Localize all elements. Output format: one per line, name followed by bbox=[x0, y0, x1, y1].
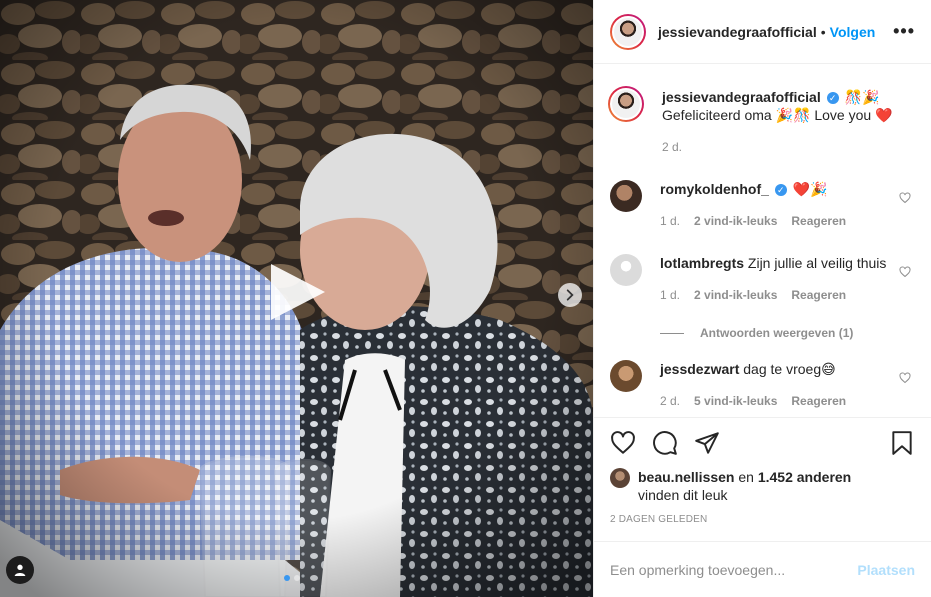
likes-text: beau.nellissen en 1.452 anderen vinden d… bbox=[638, 468, 851, 504]
comment-meta: 1 d. 2 vind-ik-leuks Reageren bbox=[660, 286, 915, 304]
verified-badge-icon: ✓ bbox=[774, 184, 787, 196]
comment-likes[interactable]: 5 vind-ik-leuks bbox=[694, 392, 777, 410]
action-bar bbox=[610, 418, 915, 468]
add-comment-bar: Plaatsen bbox=[594, 541, 931, 597]
comment-time[interactable]: 1 d. bbox=[660, 212, 680, 230]
comment-likes[interactable]: 2 vind-ik-leuks bbox=[694, 212, 777, 230]
post-comment-button[interactable]: Plaatsen bbox=[857, 562, 915, 578]
carousel-indicator bbox=[284, 575, 300, 581]
carousel-dot bbox=[284, 575, 290, 581]
comment-time[interactable]: 2 d. bbox=[660, 392, 680, 410]
post-media[interactable] bbox=[0, 0, 593, 597]
more-options-icon[interactable]: ••• bbox=[893, 21, 915, 42]
commenter-avatar[interactable] bbox=[610, 254, 642, 286]
comment-username[interactable]: jessdezwart bbox=[660, 361, 739, 377]
separator-dot: • bbox=[820, 23, 826, 40]
caption-avatar[interactable] bbox=[608, 86, 644, 122]
view-replies-button[interactable]: Antwoorden weergeven (1) bbox=[660, 326, 915, 340]
post-side-panel: jessievandegraafofficial • Volgen ••• je… bbox=[593, 0, 931, 597]
post-header: jessievandegraafofficial • Volgen ••• bbox=[594, 0, 931, 64]
caption: jessievandegraafofficial ✓ 🎊🎉 Gefelicite… bbox=[608, 64, 915, 156]
comment-text: Zijn jullie al veilig thuis bbox=[747, 255, 887, 271]
comment-body: lotlambregts Zijn jullie al veilig thuis… bbox=[660, 254, 915, 304]
caption-time[interactable]: 2 d. bbox=[662, 138, 682, 156]
view-replies-label: Antwoorden weergeven (1) bbox=[700, 326, 854, 340]
comment-meta: 2 d. 5 vind-ik-leuks Reageren bbox=[660, 392, 915, 410]
liker-avatar[interactable] bbox=[610, 468, 630, 488]
caption-meta: 2 d. bbox=[662, 138, 915, 156]
author-username[interactable]: jessievandegraafofficial bbox=[658, 24, 817, 40]
likes-suffix: vinden dit leuk bbox=[638, 487, 728, 503]
carousel-dot bbox=[294, 575, 300, 581]
follow-button[interactable]: Volgen bbox=[830, 24, 876, 40]
comment-meta: 1 d. 2 vind-ik-leuks Reageren bbox=[660, 212, 915, 230]
heart-icon[interactable] bbox=[610, 430, 636, 456]
comment-like-icon[interactable] bbox=[899, 266, 911, 278]
comment-likes[interactable]: 2 vind-ik-leuks bbox=[694, 286, 777, 304]
reply-button[interactable]: Reageren bbox=[791, 392, 846, 410]
comment-username[interactable]: romykoldenhof_ bbox=[660, 181, 769, 197]
play-icon[interactable] bbox=[265, 260, 329, 324]
user-tag-icon[interactable] bbox=[6, 556, 34, 584]
post-timestamp[interactable]: 2 DAGEN GELEDEN bbox=[610, 514, 915, 525]
replies-divider bbox=[660, 332, 684, 334]
commenter-avatar[interactable] bbox=[610, 180, 642, 212]
caption-username[interactable]: jessievandegraafofficial bbox=[662, 89, 821, 105]
share-icon[interactable] bbox=[694, 430, 720, 456]
bookmark-icon[interactable] bbox=[889, 430, 915, 456]
comment-body: romykoldenhof_ ✓ ❤️🎉 1 d. 2 vind-ik-leuk… bbox=[660, 180, 915, 230]
reply-button[interactable]: Reageren bbox=[791, 286, 846, 304]
liker-username[interactable]: beau.nellissen bbox=[638, 469, 734, 485]
comment-text: ❤️🎉 bbox=[792, 181, 828, 197]
comment-item: romykoldenhof_ ✓ ❤️🎉 1 d. 2 vind-ik-leuk… bbox=[610, 156, 915, 230]
caption-emoji: 🎊🎉 bbox=[844, 89, 880, 105]
comment-input[interactable] bbox=[610, 561, 858, 578]
caption-body: jessievandegraafofficial ✓ 🎊🎉 Gefelicite… bbox=[662, 88, 915, 156]
comment-icon[interactable] bbox=[652, 430, 678, 456]
caption-heart: ❤️ bbox=[875, 107, 893, 123]
comment-like-icon[interactable] bbox=[899, 372, 911, 384]
reply-button[interactable]: Reageren bbox=[791, 212, 846, 230]
comment-body: jessdezwart dag te vroeg😅 2 d. 5 vind-ik… bbox=[660, 360, 915, 410]
likes-summary: beau.nellissen en 1.452 anderen vinden d… bbox=[610, 468, 915, 504]
caption-text: Gefeliciteerd oma 🎉🎊 Love you bbox=[662, 107, 872, 123]
verified-badge-icon: ✓ bbox=[826, 92, 839, 104]
likes-count[interactable]: 1.452 anderen bbox=[758, 469, 851, 485]
comment-time[interactable]: 1 d. bbox=[660, 286, 680, 304]
chevron-right-icon[interactable] bbox=[558, 283, 582, 307]
author-avatar[interactable] bbox=[610, 13, 646, 50]
post-window: jessievandegraafofficial • Volgen ••• je… bbox=[0, 0, 931, 597]
post-actions: beau.nellissen en 1.452 anderen vinden d… bbox=[594, 417, 931, 541]
likes-connector: en bbox=[734, 469, 758, 485]
comment-item: jessdezwart dag te vroeg😅 2 d. 5 vind-ik… bbox=[610, 340, 915, 410]
commenter-avatar[interactable] bbox=[610, 360, 642, 392]
comment-item: lotlambregts Zijn jullie al veilig thuis… bbox=[610, 230, 915, 304]
comment-text: dag te vroeg😅 bbox=[743, 361, 836, 377]
comment-list: jessievandegraafofficial ✓ 🎊🎉 Gefelicite… bbox=[594, 64, 931, 417]
comment-username[interactable]: lotlambregts bbox=[660, 255, 744, 271]
comment-like-icon[interactable] bbox=[899, 192, 911, 204]
